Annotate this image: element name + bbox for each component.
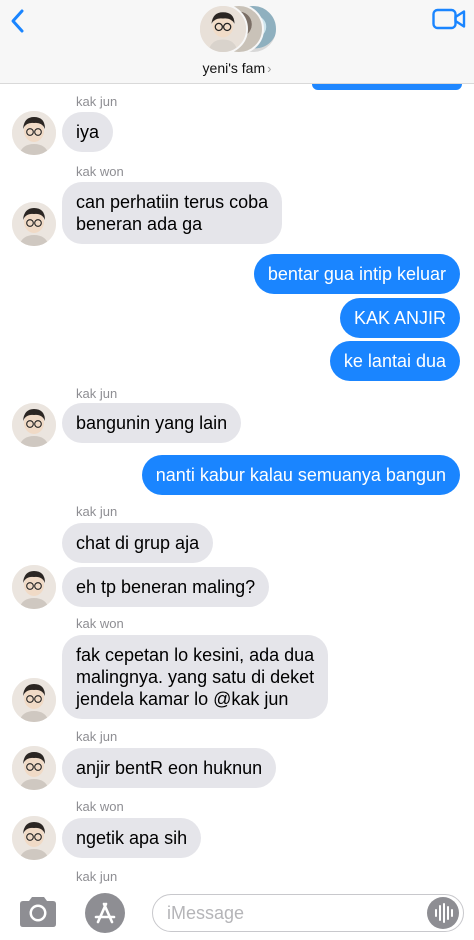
avatar[interactable]: [12, 746, 56, 790]
incoming-message-bubble[interactable]: can perhatiin terus coba beneran ada ga: [62, 182, 283, 244]
camera-button[interactable]: [16, 894, 60, 930]
sender-name: kak won: [76, 164, 124, 179]
group-avatar-stack[interactable]: [198, 4, 278, 56]
message-line: malingnya. yang satu di deket: [76, 667, 315, 687]
message-input[interactable]: [167, 895, 407, 931]
message-line: can perhatiin terus coba: [76, 192, 269, 212]
outgoing-message-bubble[interactable]: KAK ANJIR: [339, 298, 460, 338]
sender-name: kak won: [76, 616, 124, 631]
avatar[interactable]: [12, 202, 56, 246]
sender-name: kak jun: [76, 729, 118, 744]
camera-icon: [20, 897, 56, 927]
incoming-message-bubble[interactable]: ngetik apa sih: [62, 818, 202, 858]
incoming-message-bubble[interactable]: iya: [62, 112, 114, 152]
sender-name: kak jun: [76, 386, 118, 401]
avatar[interactable]: [12, 111, 56, 155]
chevron-left-icon: [11, 9, 24, 33]
avatar[interactable]: [12, 565, 56, 609]
incoming-message-bubble[interactable]: fak cepetan lo kesini, ada dua malingnya…: [62, 635, 329, 719]
incoming-message-bubble[interactable]: anjir bentR eon huknun: [62, 748, 277, 788]
message-list[interactable]: kak jun iya kak won can perhatiin terus …: [0, 84, 474, 884]
video-camera-icon: [432, 8, 466, 30]
group-name-button[interactable]: yeni's fam ›: [0, 60, 474, 76]
incoming-message-bubble[interactable]: eh tp beneran maling?: [62, 567, 270, 607]
outgoing-message-bubble[interactable]: nanti kabur kalau semuanya bangun: [141, 455, 460, 495]
avatar[interactable]: [12, 403, 56, 447]
avatar[interactable]: [12, 678, 56, 722]
sender-name: kak won: [76, 799, 124, 814]
back-button[interactable]: [6, 6, 32, 36]
input-bar: [0, 884, 474, 940]
incoming-message-bubble[interactable]: chat di grup aja: [62, 523, 214, 563]
app-store-button[interactable]: [84, 892, 126, 934]
outgoing-message-bubble[interactable]: ke lantai dua: [329, 341, 460, 381]
outgoing-message-bubble[interactable]: bentar gua intip keluar: [253, 254, 460, 294]
message-line: jendela kamar lo @kak jun: [76, 689, 289, 709]
group-member-avatar: [198, 4, 248, 54]
sender-name: kak jun: [76, 504, 118, 519]
incoming-message-bubble[interactable]: bangunin yang lain: [62, 403, 242, 443]
message-line: fak cepetan lo kesini, ada dua: [76, 645, 315, 665]
conversation-header: yeni's fam ›: [0, 0, 474, 84]
sender-name: kak jun: [76, 94, 118, 109]
app-store-icon: [85, 893, 125, 933]
sender-name: kak jun: [76, 869, 118, 884]
avatar[interactable]: [12, 816, 56, 860]
audio-message-button[interactable]: [427, 897, 459, 929]
audio-waveform-icon: [435, 903, 453, 923]
message-input-field[interactable]: [152, 894, 464, 932]
message-line: beneran ada ga: [76, 214, 203, 234]
group-name-label: yeni's fam: [202, 60, 266, 76]
video-call-button[interactable]: [432, 8, 466, 30]
chevron-right-icon: ›: [267, 61, 272, 76]
